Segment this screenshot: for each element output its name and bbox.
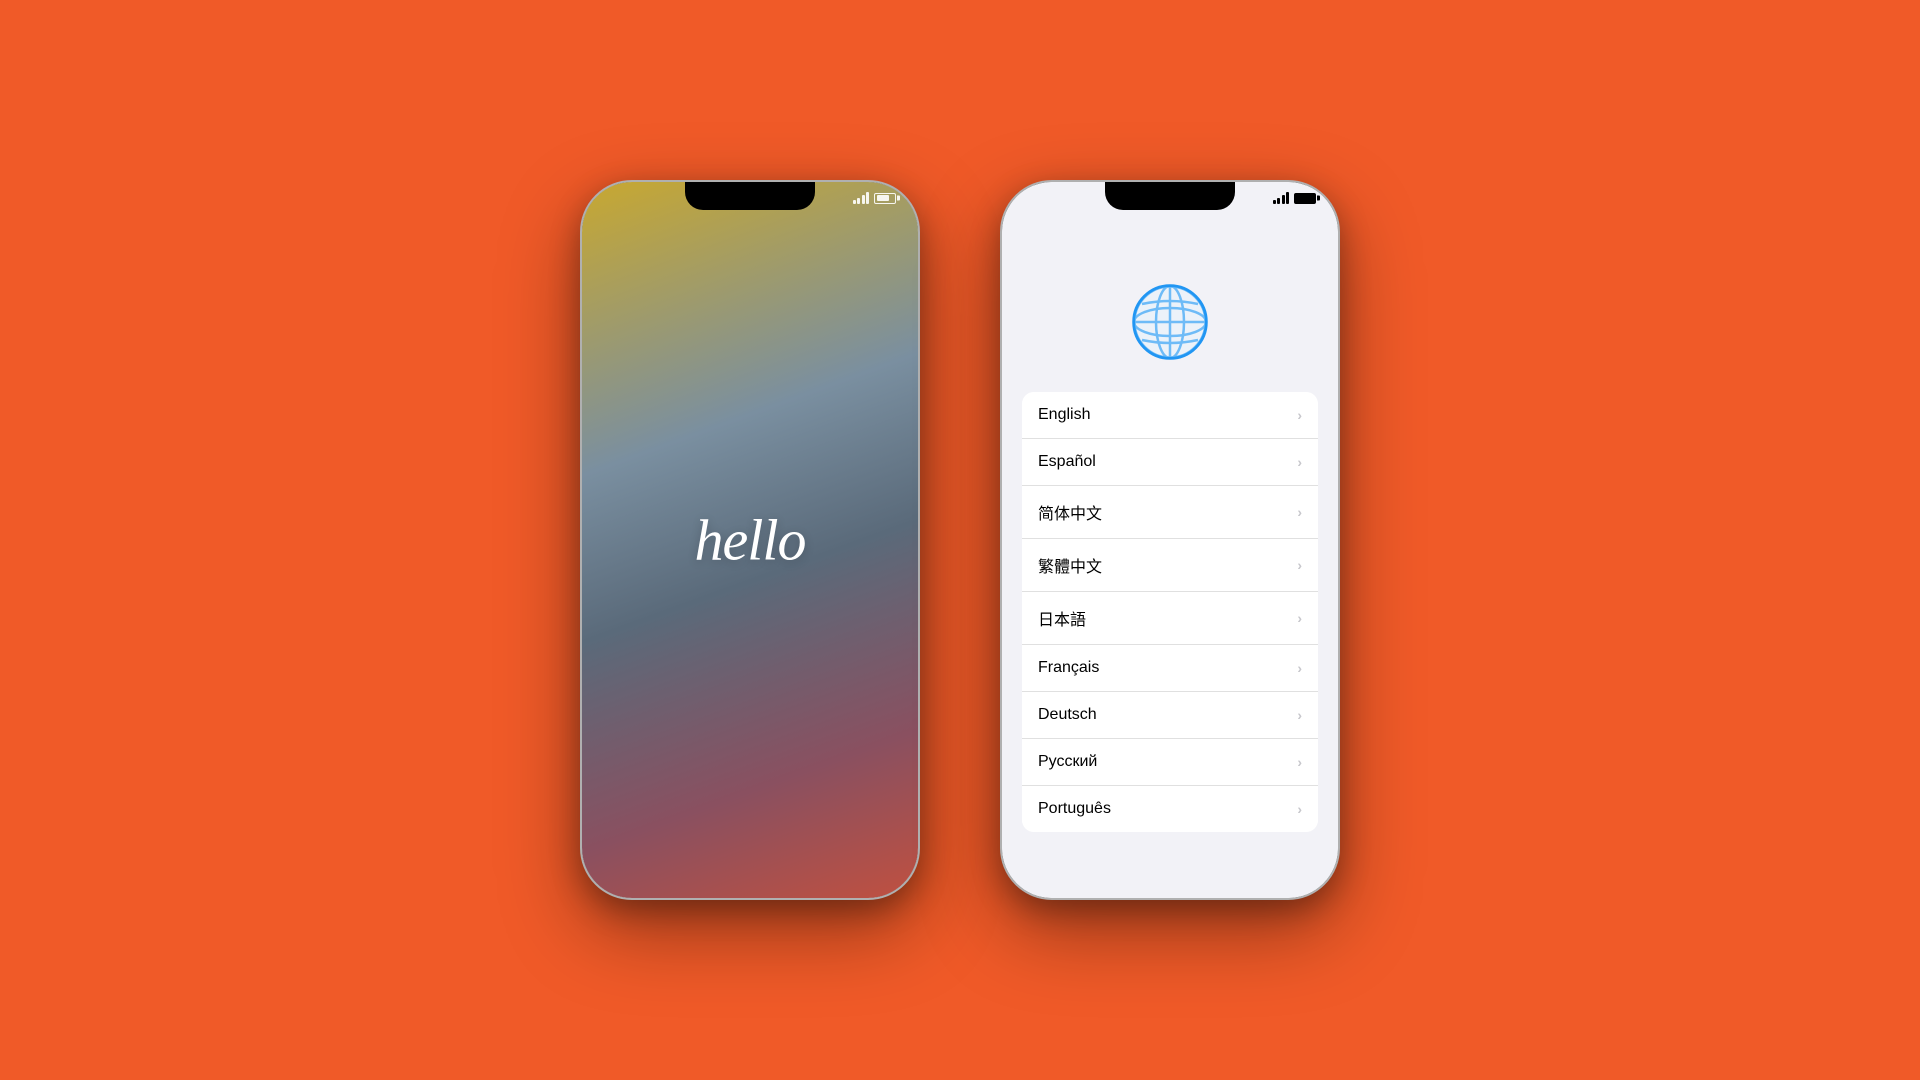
status-icons-lang xyxy=(1273,192,1317,204)
chevron-right-icon: › xyxy=(1297,754,1302,770)
chevron-right-icon: › xyxy=(1297,801,1302,817)
list-item[interactable]: 日本語 › xyxy=(1022,592,1318,645)
phone-language: English › Español › 简体中文 › 繁體中文 › 日本語 › … xyxy=(1000,180,1340,900)
chevron-right-icon: › xyxy=(1297,407,1302,423)
status-icons-hello xyxy=(853,192,897,204)
list-item[interactable]: Español › xyxy=(1022,439,1318,486)
list-item[interactable]: Português › xyxy=(1022,786,1318,832)
language-name: Русский xyxy=(1038,753,1097,771)
chevron-right-icon: › xyxy=(1297,504,1302,520)
notch xyxy=(685,182,815,210)
chevron-right-icon: › xyxy=(1297,454,1302,470)
chevron-right-icon: › xyxy=(1297,707,1302,723)
globe-area xyxy=(1002,282,1338,362)
signal-icon xyxy=(853,192,870,204)
language-screen: English › Español › 简体中文 › 繁體中文 › 日本語 › … xyxy=(1002,182,1338,898)
list-item[interactable]: Deutsch › xyxy=(1022,692,1318,739)
hello-screen: hello xyxy=(582,182,918,898)
language-name: Português xyxy=(1038,800,1111,818)
battery-fill xyxy=(877,195,890,201)
language-list: English › Español › 简体中文 › 繁體中文 › 日本語 › … xyxy=(1022,392,1318,832)
battery-fill-lang xyxy=(1297,195,1310,201)
chevron-right-icon: › xyxy=(1297,660,1302,676)
list-item[interactable]: 繁體中文 › xyxy=(1022,539,1318,592)
language-name: English xyxy=(1038,406,1090,424)
chevron-right-icon: › xyxy=(1297,610,1302,626)
battery-icon-lang xyxy=(1294,193,1316,204)
hello-text: hello xyxy=(695,507,806,574)
battery-icon xyxy=(874,193,896,204)
list-item[interactable]: Français › xyxy=(1022,645,1318,692)
language-name: 繁體中文 xyxy=(1038,553,1102,577)
list-item[interactable]: Русский › xyxy=(1022,739,1318,786)
language-name: Deutsch xyxy=(1038,706,1097,724)
list-item[interactable]: 简体中文 › xyxy=(1022,486,1318,539)
chevron-right-icon: › xyxy=(1297,557,1302,573)
language-name: 简体中文 xyxy=(1038,500,1102,524)
list-item[interactable]: English › xyxy=(1022,392,1318,439)
language-name: 日本語 xyxy=(1038,606,1086,630)
language-name: Français xyxy=(1038,659,1099,677)
signal-icon-lang xyxy=(1273,192,1290,204)
phone-hello: hello xyxy=(580,180,920,900)
notch-lang xyxy=(1105,182,1235,210)
language-name: Español xyxy=(1038,453,1096,471)
globe-icon xyxy=(1130,282,1210,362)
